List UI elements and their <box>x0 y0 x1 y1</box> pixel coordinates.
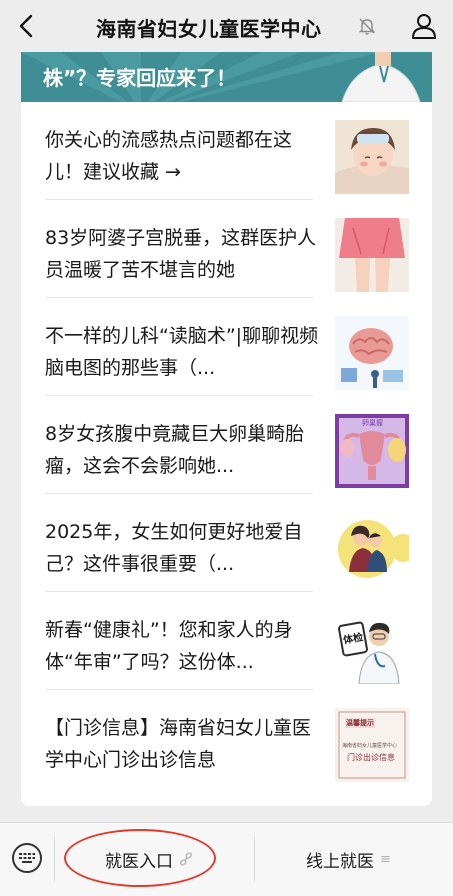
article-title: 8岁女孩腹中竟藏巨大卵巢畸胎瘤，这会不会影响她... <box>45 423 305 477</box>
article-title: 【门诊信息】海南省妇女儿童医学中心门诊出诊信息 <box>45 717 312 771</box>
doctor-illustration <box>341 52 421 102</box>
list-item[interactable]: 2025年，女生如何更好地爱自己？这件事很重要（... <box>21 494 432 592</box>
menu-online-consult[interactable]: 线上就医 ≡ <box>306 845 391 873</box>
list-item[interactable]: 83岁阿婆子宫脱垂，这群医护人员温暖了苦不堪言的她 <box>21 200 432 298</box>
person-icon <box>412 14 436 39</box>
list-item[interactable]: 8岁女孩腹中竟藏巨大卵巢畸胎瘤，这会不会影响她... 卵巢瘤 <box>21 396 432 494</box>
article-title: 不一样的儿科“读脑术”|聊聊视频脑电图的那些事（... <box>45 325 319 379</box>
clinic-notice-thumbnail: 温馨提示 海南省妇女儿童医学中心 门诊出诊信息 <box>335 708 409 782</box>
pink-skirt-legs-thumbnail <box>335 218 409 292</box>
chevron-left-icon <box>19 14 33 38</box>
menu-list-icon: ≡ <box>380 851 391 867</box>
article-list: 你关心的流感热点问题都在这儿！建议收藏 → 83岁阿婆子宫脱垂，这群医护人员温暖… <box>21 102 432 788</box>
list-item[interactable]: 【门诊信息】海南省妇女儿童医学中心门诊出诊信息 温馨提示 海南省妇女儿童医学中心… <box>21 690 432 788</box>
sick-girl-thumbnail <box>335 120 409 194</box>
menu-label: 线上就医 <box>306 851 374 872</box>
article-title: 83岁阿婆子宫脱垂，这群医护人员温暖了苦不堪言的她 <box>45 227 317 281</box>
featured-banner[interactable]: 株”？专家回应来了！ <box>21 52 432 102</box>
notice-org: 海南省妇女儿童医学中心 <box>342 743 398 749</box>
top-nav-bar: 海南省妇女儿童医学中心 <box>0 0 453 52</box>
keyboard-icon <box>19 853 35 863</box>
list-item[interactable]: 不一样的儿科“读脑术”|聊聊视频脑电图的那些事（... <box>21 298 432 396</box>
article-title: 2025年，女生如何更好地爱自己？这件事很重要（... <box>45 521 303 575</box>
bell-off-icon <box>358 18 376 35</box>
profile-button[interactable] <box>409 10 439 42</box>
back-button[interactable] <box>10 8 44 44</box>
page-title: 海南省妇女儿童医学中心 <box>96 17 322 41</box>
couple-circle-thumbnail <box>335 512 409 586</box>
list-item[interactable]: 你关心的流感热点问题都在这儿！建议收藏 → <box>21 102 432 200</box>
notice-body: 门诊出诊信息 <box>347 753 395 762</box>
divider <box>54 837 55 881</box>
doctor-checkup-thumbnail: 体检 <box>335 610 409 684</box>
keyboard-toggle-button[interactable] <box>12 843 42 873</box>
banner-text: 株”？专家回应来了！ <box>43 66 237 90</box>
menu-label: 就医入口 <box>105 851 173 872</box>
article-card: 株”？专家回应来了！ 你关心的流感热点问题都在这儿！建议收藏 → 83岁阿婆子宫… <box>21 52 432 806</box>
uterus-ovary-thumbnail: 卵巢瘤 <box>335 414 409 488</box>
menu-medical-entry[interactable]: 就医入口 <box>105 845 193 873</box>
link-icon <box>180 852 192 866</box>
bottom-menu-bar: 就医入口 线上就医 ≡ <box>0 822 453 896</box>
article-title: 你关心的流感热点问题都在这儿！建议收藏 → <box>45 129 293 183</box>
notice-heading: 温馨提示 <box>346 719 374 727</box>
thumb-label: 卵巢瘤 <box>362 419 383 427</box>
brain-illustration-thumbnail <box>335 316 409 390</box>
list-item[interactable]: 新春“健康礼”！您和家人的身体“年审”了吗？这份体... 体检 <box>21 592 432 690</box>
article-title: 新春“健康礼”！您和家人的身体“年审”了吗？这份体... <box>45 619 293 673</box>
divider <box>254 837 255 881</box>
